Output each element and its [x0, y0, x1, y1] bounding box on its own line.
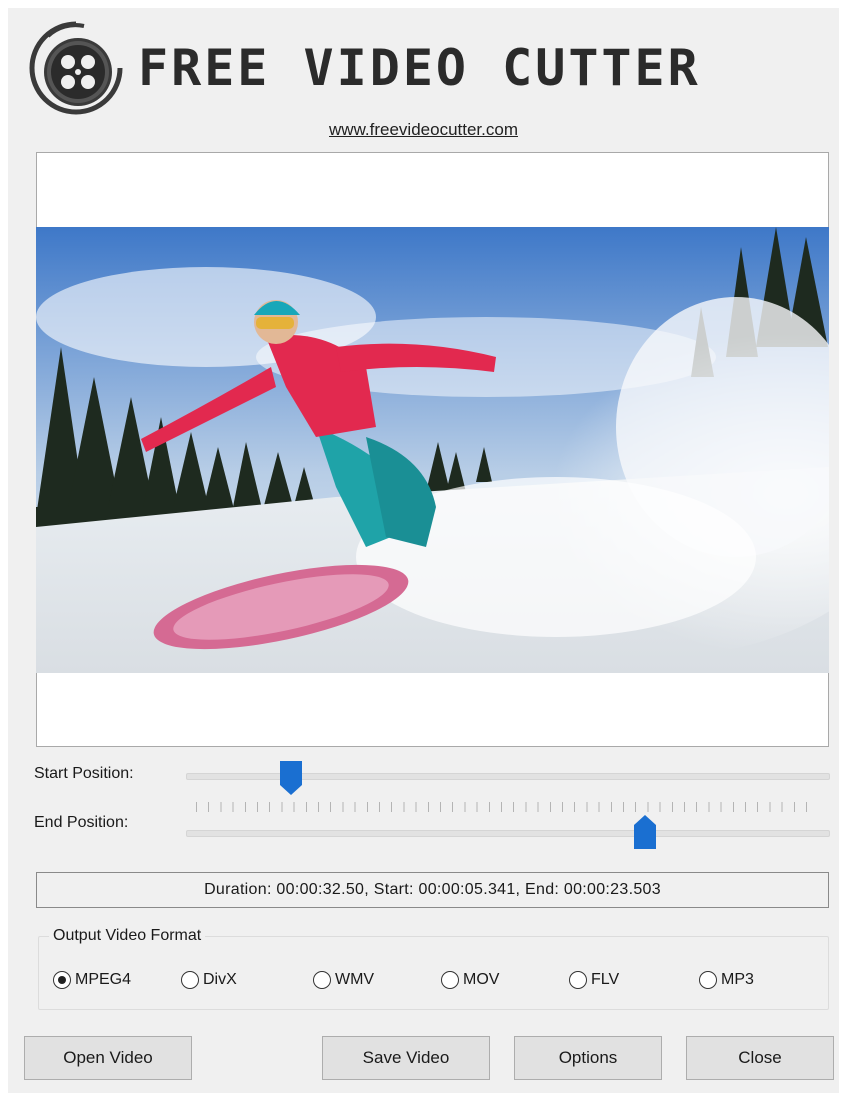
start-position-label: Start Position: — [34, 765, 134, 782]
end-position-track[interactable] — [186, 830, 830, 837]
options-button[interactable]: Options — [514, 1036, 662, 1080]
end-position-label: End Position: — [34, 814, 129, 831]
end-position-thumb[interactable] — [633, 814, 657, 850]
output-format-group: Output Video Format MPEG4 DivX WMV MOV F… — [38, 927, 829, 1010]
save-video-button[interactable]: Save Video — [322, 1036, 490, 1080]
radio-circle-icon[interactable] — [181, 971, 199, 989]
format-option-mpeg4[interactable]: MPEG4 — [53, 969, 131, 991]
start-position-thumb[interactable] — [279, 760, 303, 796]
format-option-wmv[interactable]: WMV — [313, 969, 374, 991]
website-link[interactable]: www.freevideocutter.com — [8, 120, 839, 140]
close-button[interactable]: Close — [686, 1036, 834, 1080]
timeline-ticks — [196, 802, 818, 812]
radio-circle-icon[interactable] — [313, 971, 331, 989]
format-option-divx[interactable]: DivX — [181, 969, 237, 991]
format-option-flv[interactable]: FLV — [569, 969, 619, 991]
video-preview — [36, 152, 829, 747]
video-frame-image — [36, 227, 829, 673]
film-reel-icon — [26, 18, 126, 118]
output-format-legend: Output Video Format — [49, 927, 206, 945]
open-video-button[interactable]: Open Video — [24, 1036, 192, 1080]
format-option-mov[interactable]: MOV — [441, 969, 499, 991]
radio-circle-icon[interactable] — [569, 971, 587, 989]
duration-info: Duration: 00:00:32.50, Start: 00:00:05.3… — [36, 872, 829, 908]
app-window: FREE VIDEO CUTTER www.freevideocutter.co… — [8, 8, 839, 1093]
radio-circle-icon[interactable] — [699, 971, 717, 989]
app-title: FREE VIDEO CUTTER — [138, 39, 701, 97]
radio-circle-icon[interactable] — [53, 971, 71, 989]
radio-circle-icon[interactable] — [441, 971, 459, 989]
format-option-mp3[interactable]: MP3 — [699, 969, 754, 991]
